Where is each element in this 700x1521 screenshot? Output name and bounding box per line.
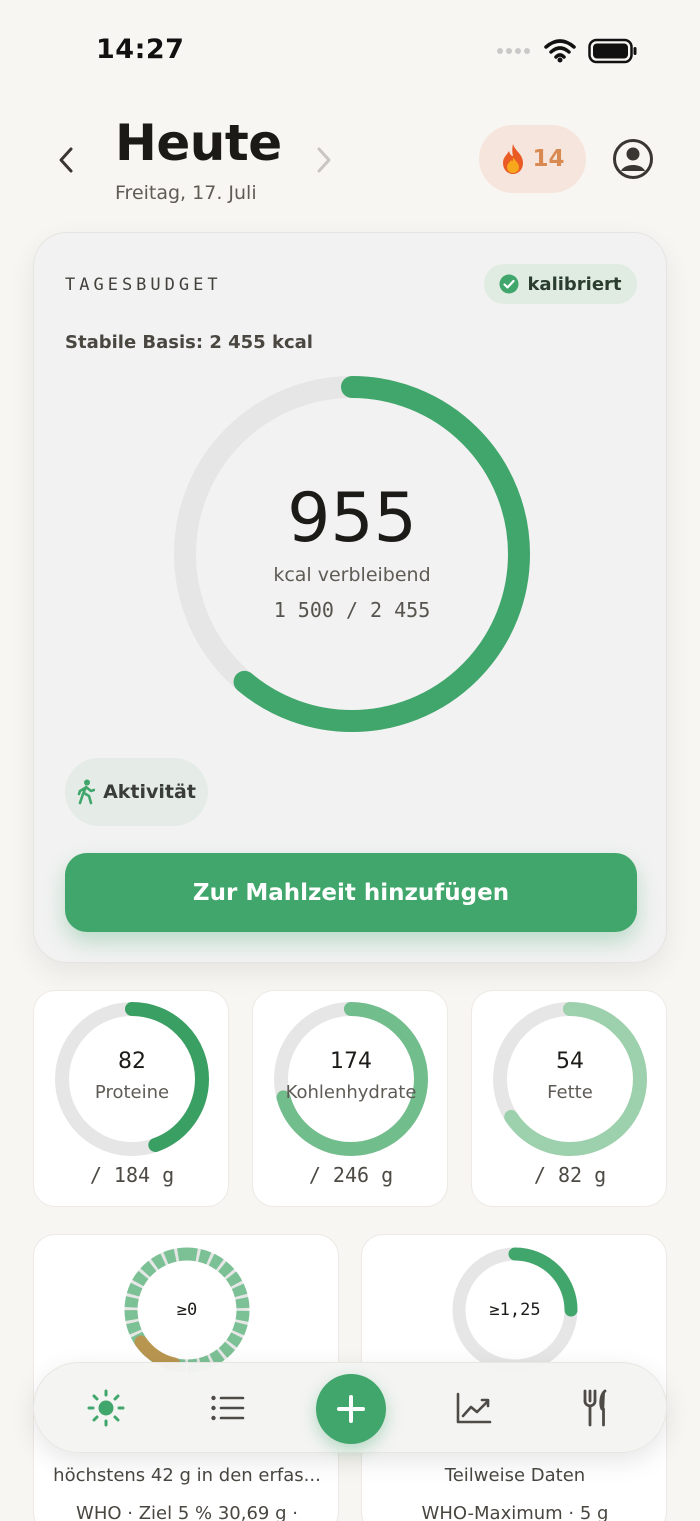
macro-value: 54: [556, 1049, 584, 1074]
page-title: Heute: [115, 114, 282, 172]
wifi-icon: [544, 39, 576, 63]
nutrient-center: ≥0: [176, 1300, 198, 1320]
page-date: Freitag, 17. Juli: [115, 182, 257, 204]
tab-today[interactable]: [84, 1386, 128, 1430]
profile-button[interactable]: [612, 138, 654, 180]
flame-icon: [503, 144, 524, 174]
nutrient-desc: Teilweise Daten: [444, 1465, 586, 1486]
macro-target: / 246 g: [308, 1163, 394, 1187]
cutlery-icon: [583, 1389, 607, 1427]
profile-icon: [613, 139, 653, 179]
streak-badge[interactable]: 14: [479, 125, 586, 193]
chevron-right-icon: [317, 147, 331, 173]
kcal-remaining-label: kcal verbleibend: [273, 563, 431, 586]
battery-icon: [588, 38, 637, 64]
header: Heute Freitag, 17. Juli 14: [0, 110, 700, 220]
check-circle-icon: [499, 274, 519, 294]
chevron-left-icon: [59, 147, 73, 173]
status-time: 14:27: [96, 34, 185, 65]
nutrient-ref: WHO · Ziel 5 % 30,69 g ·: [76, 1503, 298, 1521]
calibrated-badge: kalibriert: [484, 264, 637, 304]
add-to-meal-button[interactable]: Zur Mahlzeit hinzufügen: [65, 853, 637, 932]
add-button[interactable]: [316, 1374, 386, 1444]
tab-progress[interactable]: [452, 1386, 496, 1430]
list-icon: [211, 1395, 245, 1421]
budget-label: TAGESBUDGET: [65, 275, 222, 295]
macro-value: 82: [118, 1049, 146, 1074]
macro-target: / 82 g: [533, 1163, 607, 1187]
macro-ring-center: 174 Kohlenhydrate: [271, 999, 431, 1159]
basis-text: Stabile Basis: 2 455 kcal: [65, 332, 313, 353]
sun-icon: [87, 1389, 125, 1427]
plus-icon: [337, 1395, 365, 1423]
macro-card-protein[interactable]: 82 Proteine / 184 g: [33, 990, 229, 1207]
status-bar: 14:27: [0, 0, 700, 100]
activity-label: Aktivität: [103, 781, 196, 803]
signal-icon: [497, 48, 530, 54]
macro-name: Kohlenhydrate: [285, 1082, 417, 1103]
chart-icon: [456, 1392, 492, 1424]
kcal-remaining: 955: [287, 478, 417, 558]
tab-bar: [33, 1362, 667, 1453]
nutrient-ref: WHO-Maximum · 5 g: [421, 1503, 609, 1521]
activity-button[interactable]: Aktivität: [65, 758, 208, 826]
macro-card-fat[interactable]: 54 Fette / 82 g: [471, 990, 667, 1207]
walking-icon: [77, 779, 96, 805]
tab-meals[interactable]: [574, 1386, 618, 1430]
macro-name: Fette: [547, 1082, 593, 1103]
daily-budget-card: TAGESBUDGET kalibriert Stabile Basis: 2 …: [33, 232, 667, 963]
kcal-ratio: 1 500 / 2 455: [273, 597, 431, 622]
status-icons: [496, 38, 638, 64]
nutrient-center: ≥1,25: [489, 1300, 541, 1320]
macro-target: / 184 g: [89, 1163, 175, 1187]
macro-card-carbs[interactable]: 174 Kohlenhydrate / 246 g: [252, 990, 448, 1207]
streak-count: 14: [532, 146, 565, 172]
macro-name: Proteine: [94, 1082, 170, 1103]
previous-day-button[interactable]: [52, 144, 80, 176]
calibrated-label: kalibriert: [527, 273, 622, 295]
calorie-ring-center: 955 kcal verbleibend 1 500 / 2 455: [167, 369, 537, 739]
tab-list[interactable]: [206, 1386, 250, 1430]
macro-ring-center: 82 Proteine: [52, 999, 212, 1159]
next-day-button[interactable]: [310, 144, 338, 176]
macro-value: 174: [330, 1049, 372, 1074]
nutrient-desc: höchstens 42 g in den erfas...: [53, 1465, 321, 1486]
macro-ring-center: 54 Fette: [490, 999, 650, 1159]
